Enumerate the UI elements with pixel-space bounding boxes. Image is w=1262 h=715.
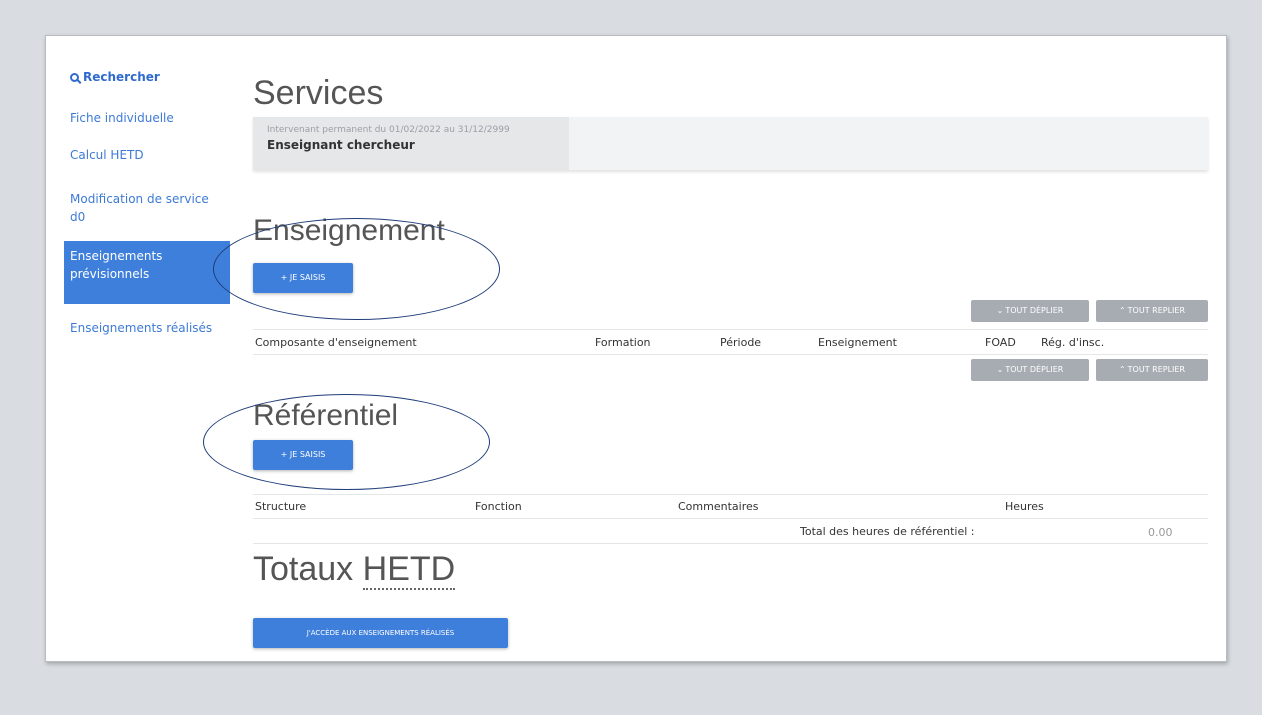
chevron-up-icon: ⌃ <box>1118 306 1126 315</box>
column-header: FOAD <box>985 336 1016 349</box>
realises-button[interactable]: J'ACCÈDE AUX ENSEIGNEMENTS RÉALISÉS <box>253 618 508 648</box>
status-box: Intervenant permanent du 01/02/2022 au 3… <box>253 117 1208 170</box>
collapse-all-label: TOUT REPLIER <box>1127 306 1186 315</box>
table-divider <box>253 329 1208 330</box>
sidebar-item-label: Modification de service <box>70 192 209 206</box>
expand-all-button[interactable]: ⌄ TOUT DÉPLIER <box>971 359 1089 381</box>
column-header: Commentaires <box>678 500 759 513</box>
sidebar-item-fiche-individuelle[interactable]: Fiche individuelle <box>70 109 174 127</box>
sidebar-item-calcul-hetd[interactable]: Calcul HETD <box>70 146 144 164</box>
chevron-down-icon: ⌄ <box>996 365 1004 374</box>
total-label: Total des heures de référentiel : <box>800 525 975 538</box>
table-divider <box>253 518 1208 519</box>
chevron-down-icon: ⌄ <box>996 306 1004 315</box>
page-title: Services <box>253 74 384 112</box>
total-value: 0.00 <box>1148 526 1173 539</box>
sidebar-item-label: d0 <box>70 210 86 224</box>
table-divider <box>253 543 1208 544</box>
collapse-all-button[interactable]: ⌃ TOUT REPLIER <box>1096 300 1208 322</box>
expand-all-label: TOUT DÉPLIER <box>1005 306 1064 315</box>
sidebar-item-enseignements-realises[interactable]: Enseignements réalisés <box>70 319 212 337</box>
column-header: Formation <box>595 336 651 349</box>
column-header: Période <box>720 336 762 349</box>
column-header: Structure <box>255 500 307 513</box>
column-header: Heures <box>1005 500 1044 513</box>
collapse-all-label: TOUT REPLIER <box>1127 365 1186 374</box>
sidebar-item-label: prévisionnels <box>70 267 150 281</box>
sidebar-item-enseignements-previsionnels[interactable]: Enseignements prévisionnels <box>64 241 230 304</box>
expand-all-label: TOUT DÉPLIER <box>1005 365 1064 374</box>
chevron-up-icon: ⌃ <box>1118 365 1126 374</box>
status-role: Enseignant chercheur <box>267 138 415 152</box>
highlight-ellipse <box>203 394 490 490</box>
column-header: Composante d'enseignement <box>255 336 417 349</box>
table-divider <box>253 494 1208 495</box>
collapse-all-button[interactable]: ⌃ TOUT REPLIER <box>1096 359 1208 381</box>
column-header: Fonction <box>475 500 522 513</box>
sidebar-item-modification-service[interactable]: Modification de service d0 <box>70 190 209 226</box>
column-header: Rég. d'insc. <box>1041 336 1105 349</box>
status-dates: Intervenant permanent du 01/02/2022 au 3… <box>267 125 510 135</box>
table-divider <box>253 354 1208 355</box>
totaux-title-prefix: Totaux <box>253 550 354 588</box>
search-icon <box>70 73 79 82</box>
status-box-inner: Intervenant permanent du 01/02/2022 au 3… <box>253 117 569 170</box>
expand-all-button[interactable]: ⌄ TOUT DÉPLIER <box>971 300 1089 322</box>
search-link[interactable]: Rechercher <box>70 68 160 86</box>
column-header: Enseignement <box>818 336 897 349</box>
sidebar-item-label: Enseignements <box>70 249 163 263</box>
highlight-ellipse <box>213 218 500 320</box>
totaux-title-abbr[interactable]: HETD <box>362 550 456 590</box>
section-title-totaux: Totaux HETD <box>253 550 456 590</box>
